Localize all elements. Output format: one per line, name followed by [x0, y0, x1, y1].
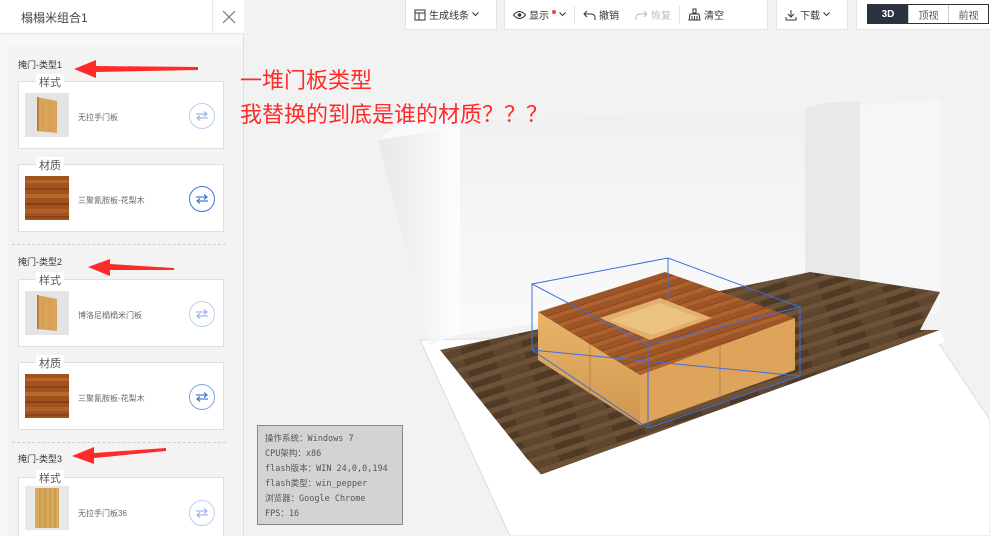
- info-os: 操作系统：Windows 7: [265, 434, 354, 444]
- generate-lines-button[interactable]: 生成线条: [406, 0, 487, 30]
- style-label: 样式: [36, 74, 64, 90]
- annotation-arrow: [88, 259, 174, 276]
- style-label: 样式: [36, 272, 64, 288]
- swap-icon: [196, 194, 208, 204]
- toolbar-generate: 生成线条: [405, 0, 497, 30]
- wood-material-thumbnail: [25, 374, 69, 418]
- close-button[interactable]: [212, 0, 244, 34]
- info-flash-version: flash版本：WIN 24,0,0,194: [265, 464, 388, 474]
- material-label: 材质: [36, 157, 64, 173]
- group-title: 掩门-类型3: [18, 454, 63, 464]
- undo-button[interactable]: 撤销: [575, 0, 627, 30]
- eye-icon: [513, 10, 526, 19]
- chevron-down-icon: [823, 12, 830, 17]
- door-panel-thumbnail: [25, 291, 69, 335]
- notification-dot: [552, 9, 556, 14]
- close-icon: [222, 10, 235, 24]
- door-panel-thumbnail: [25, 93, 69, 137]
- clear-label: 清空: [704, 11, 724, 22]
- system-info-box: 操作系统：Windows 7 CPU架构：x86 flash版本：WIN 24,…: [257, 425, 403, 525]
- undo-label: 撤销: [599, 11, 619, 22]
- swap-icon: [196, 392, 208, 402]
- replace-style-button[interactable]: [189, 301, 215, 327]
- annotation-line-2: 我替换的到底是谁的材质？？？: [240, 103, 549, 128]
- generate-lines-label: 生成线条: [429, 11, 469, 22]
- display-button[interactable]: 显示: [505, 0, 574, 30]
- material-card: 三聚氰胺板-花梨木: [18, 164, 224, 232]
- undo-icon: [583, 10, 596, 20]
- layout-icon: [414, 9, 426, 20]
- redo-label: 恢复: [651, 11, 671, 22]
- swap-icon: [196, 508, 208, 518]
- view-top-button[interactable]: 顶视: [908, 5, 948, 23]
- annotation-arrow: [74, 60, 198, 78]
- clear-button[interactable]: 清空: [680, 0, 732, 30]
- wood-material-thumbnail: [25, 176, 69, 220]
- material-label: 材质: [36, 355, 64, 371]
- view-3d-button[interactable]: 3D: [868, 5, 908, 23]
- view-switcher: 3D 顶视 前视: [867, 4, 989, 24]
- group-title: 掩门-类型2: [18, 257, 63, 267]
- info-cpu: CPU架构：x86: [265, 449, 322, 459]
- annotation-line-1: 一堆门板类型: [240, 69, 373, 94]
- toolbar-main: 显示 撤销 恢复 清空: [504, 0, 768, 30]
- door-panel-thumbnail: [25, 486, 69, 530]
- replace-material-button[interactable]: [189, 384, 215, 410]
- replace-style-button[interactable]: [189, 500, 215, 526]
- chevron-down-icon: [559, 12, 566, 17]
- annotation-arrow: [72, 447, 166, 464]
- style-card: 无拉手门板: [18, 81, 224, 149]
- view-front-button[interactable]: 前视: [948, 5, 988, 23]
- style-label: 样式: [36, 470, 64, 486]
- redo-button[interactable]: 恢复: [627, 0, 679, 30]
- swap-icon: [196, 309, 208, 319]
- info-flash-type: flash类型：win_pepper: [265, 479, 368, 489]
- style-name: 博洛尼榻榻米门板: [78, 311, 142, 320]
- material-name: 三聚氰胺板-花梨木: [78, 394, 145, 403]
- material-card: 三聚氰胺板-花梨木: [18, 362, 224, 430]
- download-label: 下载: [800, 11, 820, 22]
- style-card: 博洛尼榻榻米门板: [18, 279, 224, 347]
- panel-header: 榻榻米组合1: [0, 0, 244, 34]
- toolbar-download: 下载: [776, 0, 848, 30]
- group-divider: [12, 244, 226, 245]
- chevron-down-icon: [472, 12, 479, 17]
- style-name: 无拉手门板36: [78, 509, 127, 518]
- group-divider: [12, 442, 226, 443]
- panel-title: 榻榻米组合1: [21, 11, 88, 25]
- info-fps: FPS：16: [265, 509, 300, 519]
- material-name: 三聚氰胺板-花梨木: [78, 196, 145, 205]
- replace-material-button[interactable]: [189, 186, 215, 212]
- broom-icon: [688, 8, 701, 21]
- replace-style-button[interactable]: [189, 103, 215, 129]
- redo-icon: [635, 10, 648, 20]
- group-title: 掩门-类型1: [18, 60, 63, 70]
- download-button[interactable]: 下载: [777, 0, 838, 30]
- display-label: 显示: [529, 11, 549, 22]
- swap-icon: [196, 111, 208, 121]
- download-icon: [785, 9, 797, 20]
- style-name: 无拉手门板: [78, 113, 118, 122]
- info-browser: 浏览器：Google Chrome: [265, 494, 366, 504]
